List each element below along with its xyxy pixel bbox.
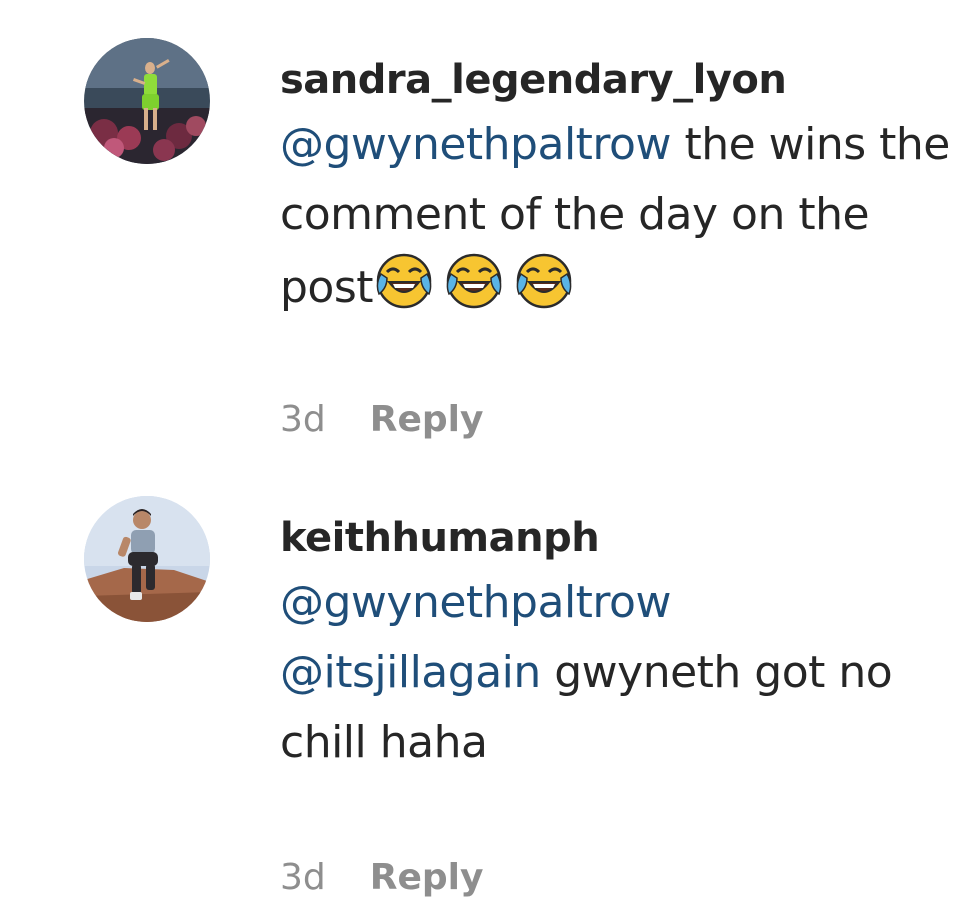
comment-timestamp: 3d: [280, 399, 326, 440]
avatar-image: [84, 38, 210, 164]
avatar[interactable]: [84, 496, 210, 622]
avatar[interactable]: [84, 38, 210, 164]
mention-link[interactable]: @itsjillagain: [280, 647, 541, 698]
comment-username[interactable]: sandra_legendary_lyon: [280, 56, 960, 104]
comment-username[interactable]: keithhumanph: [280, 514, 960, 562]
mention-link[interactable]: @gwynethpaltrow: [280, 119, 671, 170]
tears-of-joy-emoji-icon: [513, 250, 575, 312]
comment-timestamp: 3d: [280, 857, 326, 898]
tears-of-joy-emoji-icon: [443, 250, 505, 312]
mention-link[interactable]: @gwynethpaltrow: [280, 577, 671, 628]
comment-meta: 3d Reply: [280, 398, 483, 442]
avatar-image: [84, 496, 210, 622]
comment-meta: 3d Reply: [280, 856, 483, 900]
reply-button[interactable]: Reply: [370, 398, 484, 442]
comment-text: @gwynethpaltrow the wins the comment of …: [280, 110, 960, 323]
comment-text: @gwynethpaltrow @itsjillagain gwyneth got…: [280, 568, 960, 778]
tears-of-joy-emoji-icon: [373, 250, 435, 312]
reply-button[interactable]: Reply: [370, 856, 484, 900]
